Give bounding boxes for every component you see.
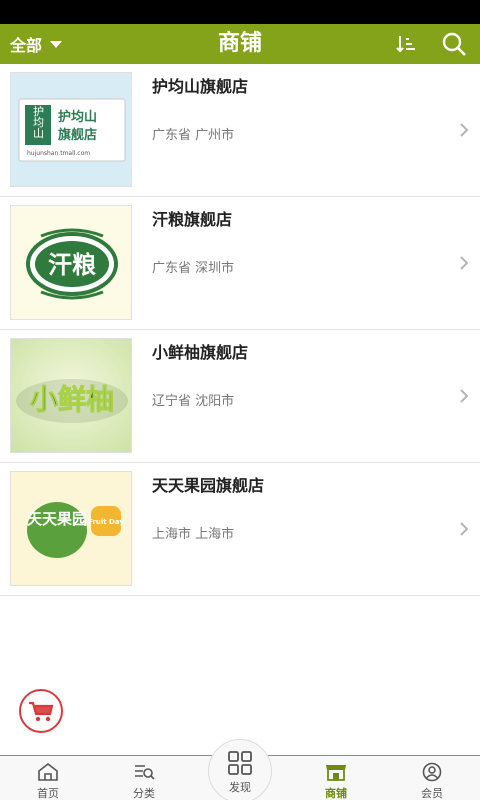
shop-location: 广东省 深圳市: [152, 261, 235, 276]
tab-shop[interactable]: 商铺: [288, 756, 384, 800]
sort-button[interactable]: [390, 28, 422, 60]
category-icon: [135, 765, 155, 780]
logo-line-2: 旗舰店: [58, 127, 97, 143]
logo-text: 小鲜柚: [30, 383, 114, 416]
shop-location: 广东省 广州市: [152, 128, 235, 143]
tab-home[interactable]: 首页: [0, 756, 96, 800]
tab-label: 会员: [421, 787, 443, 800]
shop-logo-tiantianguoyuan: 天天果园 Fruit Day: [10, 471, 132, 586]
filter-label: 全部: [10, 36, 43, 55]
discover-icon: [228, 751, 252, 775]
shop-location: 辽宁省 沈阳市: [152, 394, 235, 409]
chevron-right-icon: [460, 123, 469, 137]
chevron-right-icon: [460, 389, 469, 403]
sort-icon: [396, 36, 415, 53]
shop-icon: [326, 765, 346, 781]
caret-down-icon: [50, 40, 63, 48]
home-icon: [38, 762, 58, 781]
shop-list: 护均山 护均山 旗舰店 hujunshan.tmall.com 护均山旗舰店 广…: [0, 64, 480, 596]
tab-member[interactable]: 会员: [384, 756, 480, 800]
shop-location: 上海市 上海市: [152, 527, 235, 542]
shop-item-tiantianguoyuan[interactable]: 天天果园 Fruit Day 天天果园旗舰店 上海市 上海市: [0, 463, 480, 596]
tab-discover[interactable]: 发现: [208, 742, 272, 800]
search-button[interactable]: [438, 28, 470, 60]
search-icon: [442, 32, 466, 56]
logo-side-text: 护均山: [32, 104, 45, 138]
tab-label: 首页: [37, 787, 59, 800]
tab-category[interactable]: 分类: [96, 756, 192, 800]
member-icon: [422, 762, 442, 782]
status-bar: [0, 0, 480, 24]
logo-badge-text: Fruit Day: [88, 518, 124, 526]
logo-main-text: 天天果园: [27, 510, 87, 528]
logo-url-text: hujunshan.tmall.com: [27, 150, 90, 157]
shop-name: 小鲜柚旗舰店: [152, 343, 249, 362]
shop-name: 天天果园旗舰店: [152, 476, 265, 495]
cart-button[interactable]: [19, 689, 63, 733]
cart-icon: [29, 701, 54, 722]
shop-name: 护均山旗舰店: [152, 77, 249, 96]
chevron-right-icon: [460, 522, 469, 536]
shop-item-hanliang[interactable]: 汗粮 汗粮旗舰店 广东省 深圳市: [0, 197, 480, 330]
shop-logo-hanliang: 汗粮: [10, 205, 132, 320]
top-bar: 全部 商铺: [0, 24, 480, 64]
tab-label: 分类: [133, 787, 155, 800]
shop-logo-xiaoxianyou: 小鲜柚: [10, 338, 132, 453]
shop-name: 汗粮旗舰店: [152, 210, 233, 229]
shop-item-xiaoxianyou[interactable]: 小鲜柚 小鲜柚旗舰店 辽宁省 沈阳市: [0, 330, 480, 463]
tab-label: 发现: [229, 781, 251, 794]
filter-dropdown[interactable]: 全部: [10, 24, 63, 64]
logo-text: 汗粮: [48, 251, 96, 279]
shop-item-hujunshan[interactable]: 护均山 护均山 旗舰店 hujunshan.tmall.com 护均山旗舰店 广…: [0, 64, 480, 197]
chevron-right-icon: [460, 256, 469, 270]
logo-line-1: 护均山: [58, 109, 97, 125]
tab-label: 商铺: [325, 787, 347, 800]
shop-logo-hujunshan: 护均山 护均山 旗舰店 hujunshan.tmall.com: [10, 72, 132, 187]
